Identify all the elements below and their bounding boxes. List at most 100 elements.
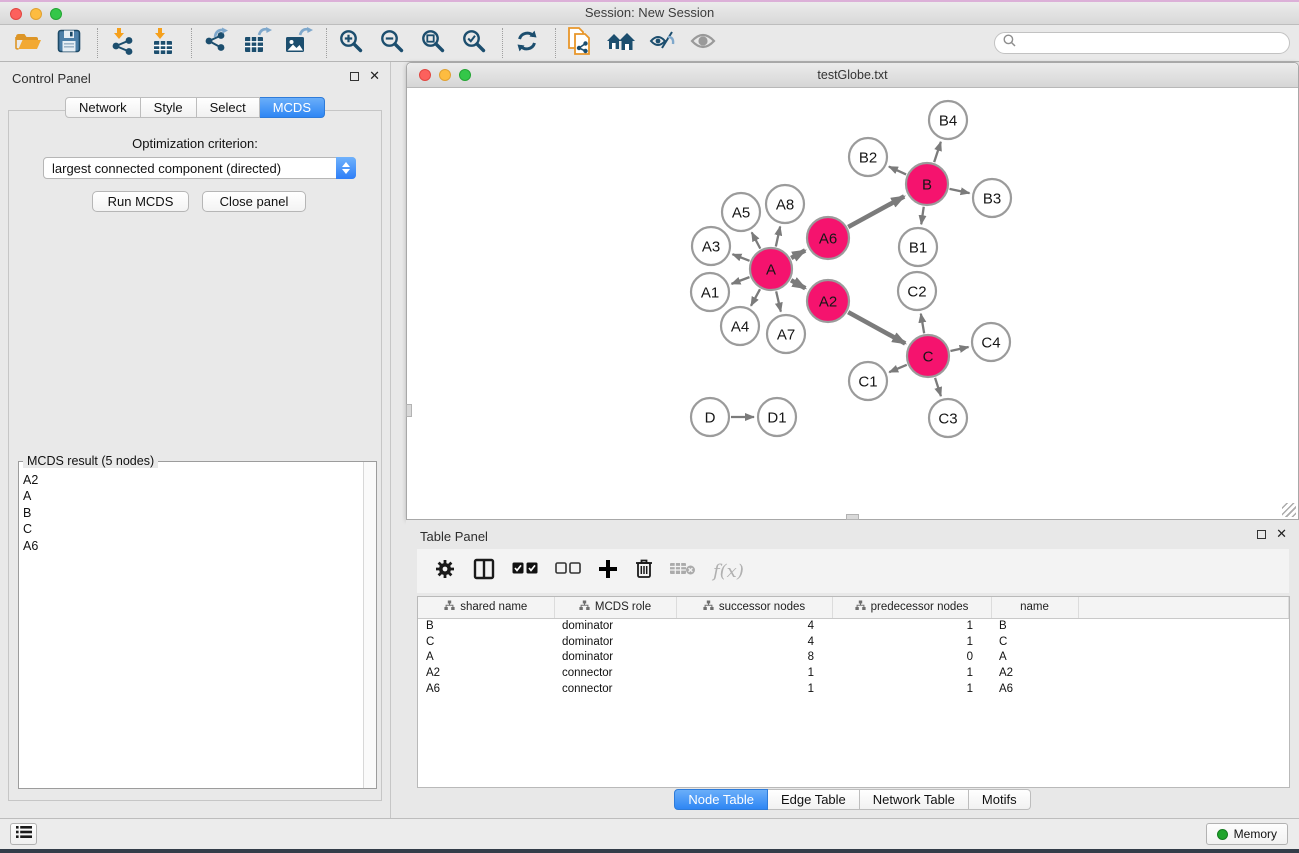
table-row[interactable]: A2connector11A2 (418, 665, 1289, 681)
mcds-result-item[interactable]: B (19, 505, 363, 521)
birdseye-button[interactable] (688, 28, 718, 58)
zoom-fit-button[interactable] (418, 28, 448, 58)
refresh-button[interactable] (512, 28, 542, 58)
optimization-criterion-label: Optimization criterion: (0, 136, 390, 151)
column-header[interactable]: shared name (418, 597, 554, 618)
graph-edge-B-B4[interactable] (934, 142, 941, 162)
graph-edge-C-C4[interactable] (950, 347, 968, 351)
run-mcds-button[interactable]: Run MCDS (92, 191, 189, 212)
toolbar-separator (191, 28, 192, 58)
zoom-traffic-button[interactable] (50, 8, 62, 20)
unselect-all-button[interactable] (555, 558, 581, 584)
network-close-button[interactable] (419, 69, 431, 81)
search-icon (1003, 34, 1016, 52)
graph-edge-B-B2[interactable] (889, 167, 906, 175)
graph-edge-A-A8[interactable] (776, 226, 780, 246)
function-builder-button[interactable]: f(x) (713, 558, 744, 584)
tab-select[interactable]: Select (197, 97, 260, 118)
graph-edge-B-B3[interactable] (949, 189, 969, 193)
tab-network-table[interactable]: Network Table (860, 789, 969, 810)
graph-node-label-B3: B3 (983, 190, 1001, 207)
column-header[interactable]: predecessor nodes (832, 597, 991, 618)
import-network-icon (108, 27, 136, 60)
mcds-result-item[interactable]: A6 (19, 538, 363, 554)
optimization-criterion-dropdown[interactable]: largest connected component (directed) (43, 157, 356, 179)
memory-button[interactable]: Memory (1206, 823, 1288, 845)
mcds-result-item[interactable]: C (19, 521, 363, 537)
float-panel-icon[interactable] (350, 72, 359, 81)
table-row[interactable]: Bdominator41B (418, 618, 1289, 634)
column-header[interactable]: name (991, 597, 1078, 618)
graphics-details-button[interactable] (647, 28, 677, 58)
table-settings-button[interactable] (434, 558, 456, 584)
task-history-button[interactable] (10, 823, 37, 845)
mcds-result-item[interactable]: A (19, 488, 363, 504)
import-network-button[interactable] (107, 28, 137, 58)
export-table-button[interactable] (242, 28, 272, 58)
search-box[interactable] (994, 32, 1290, 54)
control-panel-title: Control Panel (12, 71, 91, 86)
table-row[interactable]: A6connector11A6 (418, 681, 1289, 697)
frame-resize-grip[interactable] (1282, 503, 1296, 517)
graph-edge-B-B1[interactable] (921, 207, 923, 224)
export-image-button[interactable] (283, 28, 313, 58)
graph-edge-C-C3[interactable] (935, 378, 941, 396)
show-column-button[interactable] (473, 558, 495, 584)
graph-edge-A-A3[interactable] (732, 254, 749, 261)
close-panel-button[interactable]: Close panel (202, 191, 306, 212)
graph-edge-A6-B[interactable] (848, 196, 904, 227)
tab-node-table[interactable]: Node Table (674, 789, 768, 810)
graph-node-label-C3: C3 (938, 410, 957, 427)
tab-mcds[interactable]: MCDS (260, 97, 325, 118)
minimize-traffic-button[interactable] (30, 8, 42, 20)
tab-motifs[interactable]: Motifs (969, 789, 1031, 810)
table-row[interactable]: Adominator80A (418, 650, 1289, 666)
graph-edge-A-A6[interactable] (791, 250, 805, 258)
add-column-button[interactable] (598, 558, 618, 584)
graph-node-label-A2: A2 (819, 293, 837, 310)
frame-handle-left[interactable] (406, 404, 412, 417)
network-window-titlebar[interactable]: testGlobe.txt (407, 63, 1298, 88)
close-table-panel-icon[interactable]: ✕ (1276, 529, 1287, 539)
graph-edge-A-A7[interactable] (776, 291, 781, 311)
network-minimize-button[interactable] (439, 69, 451, 81)
node-table[interactable]: shared nameMCDS rolesuccessor nodesprede… (417, 596, 1290, 788)
tab-edge-table[interactable]: Edge Table (768, 789, 860, 810)
close-panel-icon[interactable]: ✕ (369, 71, 380, 81)
close-traffic-button[interactable] (10, 8, 22, 20)
delete-table-button[interactable] (670, 558, 696, 584)
tab-style[interactable]: Style (141, 97, 197, 118)
network-from-selection-button[interactable] (565, 28, 595, 58)
mcds-result-item[interactable]: A2 (19, 472, 363, 488)
float-table-panel-icon[interactable] (1257, 530, 1266, 539)
search-input[interactable] (1021, 36, 1281, 50)
open-session-button[interactable] (13, 28, 43, 58)
tab-network[interactable]: Network (65, 97, 141, 118)
graph-edge-A-A2[interactable] (791, 280, 805, 288)
column-header[interactable]: successor nodes (676, 597, 832, 618)
network-graph: B4B2BB3A8A5A6A3B1AC2A1A2A4A7C4CC1C3DD1 (407, 89, 1298, 519)
graph-edge-A-A5[interactable] (752, 232, 761, 248)
import-table-button[interactable] (148, 28, 178, 58)
graph-edge-C-C2[interactable] (921, 314, 924, 334)
select-all-button[interactable] (512, 558, 538, 584)
overview-button[interactable] (606, 28, 636, 58)
network-canvas[interactable]: B4B2BB3A8A5A6A3B1AC2A1A2A4A7C4CC1C3DD1 (407, 89, 1298, 519)
zoom-out-button[interactable] (377, 28, 407, 58)
result-scrollbar[interactable] (363, 462, 376, 788)
mcds-result-list[interactable]: A2ABCA6 (19, 465, 363, 788)
save-session-button[interactable] (54, 28, 84, 58)
network-zoom-button[interactable] (459, 69, 471, 81)
column-header[interactable]: MCDS role (554, 597, 676, 618)
export-network-button[interactable] (201, 28, 231, 58)
graph-edge-C-C1[interactable] (889, 365, 907, 372)
graph-edge-A2-C[interactable] (848, 312, 905, 343)
network-window-title: testGlobe.txt (407, 63, 1298, 87)
graph-edge-A-A1[interactable] (732, 277, 750, 284)
delete-column-button[interactable] (635, 558, 653, 584)
graph-edge-A-A4[interactable] (751, 289, 760, 306)
zoom-in-button[interactable] (336, 28, 366, 58)
zoom-selected-icon (461, 28, 487, 59)
zoom-selected-button[interactable] (459, 28, 489, 58)
table-row[interactable]: Cdominator41C (418, 634, 1289, 650)
